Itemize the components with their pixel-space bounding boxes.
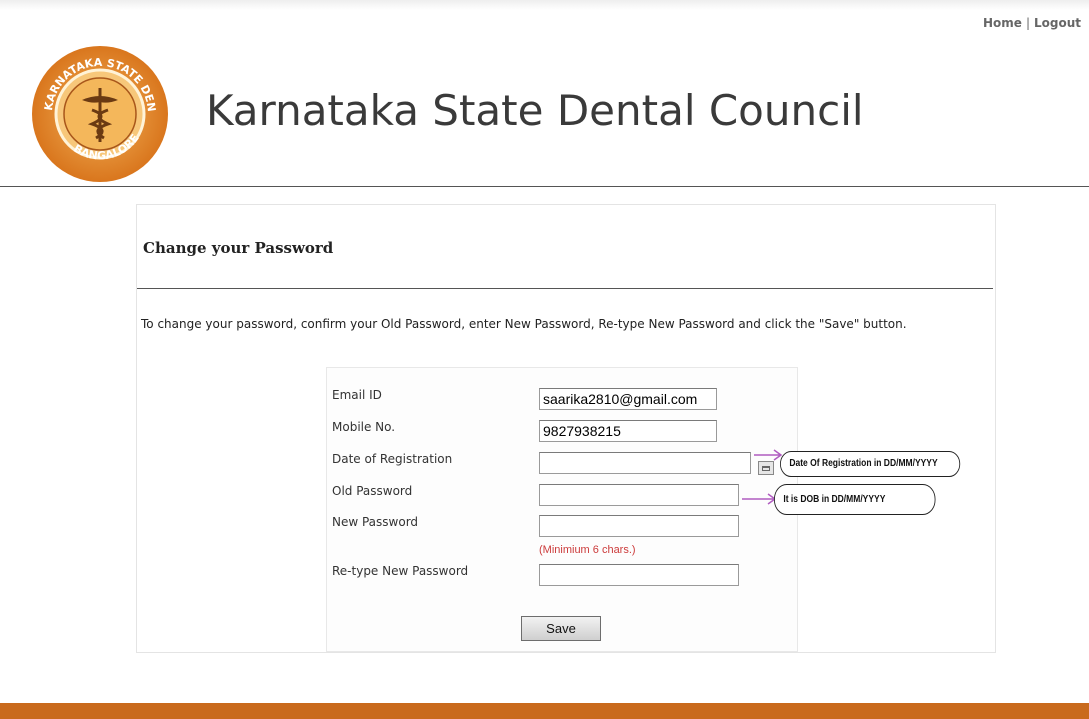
header-divider (0, 186, 1089, 187)
site-title: Karnataka State Dental Council (206, 86, 864, 135)
instructions-text: To change your password, confirm your Ol… (141, 317, 907, 331)
footer-bar (0, 703, 1089, 719)
old-password-label: Old Password (332, 484, 413, 498)
nav-separator: | (1025, 16, 1030, 30)
panel-divider (137, 288, 993, 289)
top-nav: Home | Logout (983, 16, 1081, 30)
save-button[interactable]: Save (521, 616, 601, 641)
page: Home| Logout KARNATAKA STATE DENTAL COUNC… (0, 0, 1089, 719)
email-label: Email ID (332, 388, 382, 402)
council-seal-logo: KARNATAKA STATE DENTAL COUNCIL BANGALORE (30, 44, 168, 182)
mobile-label: Mobile No. (332, 420, 396, 434)
retype-password-label: Re-type New Password (332, 564, 469, 578)
password-length-hint: (Minimium 6 chars.) (539, 544, 636, 556)
change-password-panel: Change your Password To change your pass… (136, 204, 996, 653)
logout-link[interactable]: Logout (1034, 16, 1081, 30)
old-password-field[interactable] (539, 484, 739, 506)
home-link[interactable]: Home (983, 16, 1022, 30)
dob-callout: It is DOB in DD/MM/YYYY (774, 484, 936, 515)
new-password-label: New Password (332, 515, 419, 529)
registration-date-label: Date of Registration (332, 452, 453, 466)
registration-date-field[interactable] (539, 452, 751, 474)
retype-password-field[interactable] (539, 564, 739, 586)
mobile-field[interactable] (539, 420, 717, 442)
registration-date-callout: Date Of Registration in DD/MM/YYYY (780, 451, 961, 477)
email-field[interactable] (539, 388, 717, 410)
panel-title: Change your Password (143, 239, 334, 257)
password-form: Email ID Mobile No. Date of Registration… (326, 367, 798, 652)
new-password-field[interactable] (539, 515, 739, 537)
top-shadow (0, 0, 1089, 10)
